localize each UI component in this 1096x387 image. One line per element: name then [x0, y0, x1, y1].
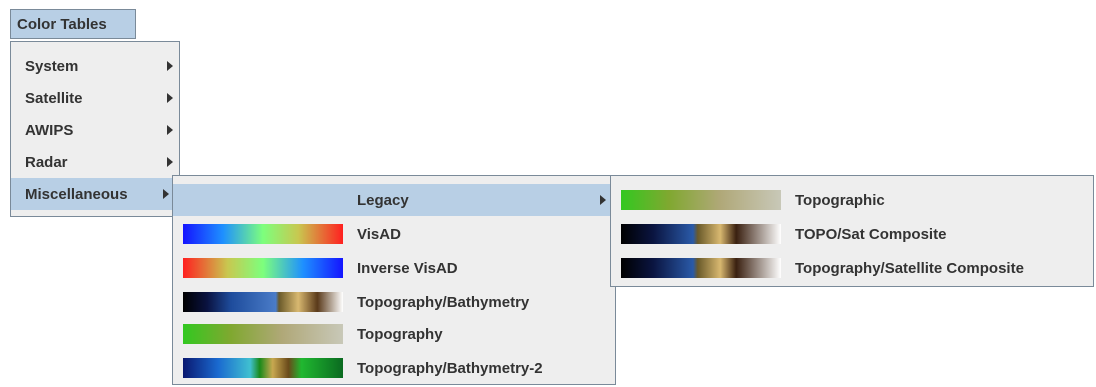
color-table-item[interactable]: TOPO/Sat Composite — [611, 218, 1093, 250]
menu-item-miscellaneous[interactable]: Miscellaneous — [11, 178, 179, 210]
menu-item-satellite[interactable]: Satellite — [11, 82, 179, 114]
submenu-arrow-icon — [167, 61, 173, 71]
color-swatch — [183, 358, 343, 378]
color-swatch — [183, 292, 343, 312]
submenu-arrow-icon — [167, 125, 173, 135]
submenu-arrow-icon — [163, 189, 169, 199]
menu-item-satellite-label: Satellite — [25, 89, 83, 107]
menu-item-awips[interactable]: AWIPS — [11, 114, 179, 146]
color-table-label: Topography — [357, 325, 443, 343]
color-table-item[interactable]: VisAD — [173, 218, 615, 250]
color-table-item[interactable]: Inverse VisAD — [173, 252, 615, 284]
color-swatch — [183, 258, 343, 278]
color-table-label: TOPO/Sat Composite — [795, 225, 947, 243]
color-table-label: Topography/Satellite Composite — [795, 259, 1024, 277]
color-swatch — [183, 224, 343, 244]
menu-item-radar[interactable]: Radar — [11, 146, 179, 178]
submenu-arrow-icon — [600, 195, 606, 205]
menu-item-system-label: System — [25, 57, 79, 75]
legacy-submenu: Topographic TOPO/Sat Composite Topograph… — [610, 175, 1094, 287]
color-table-item[interactable]: Topography/Bathymetry — [173, 286, 615, 318]
color-swatch — [621, 190, 781, 210]
menu-item-legacy[interactable]: Legacy — [173, 184, 615, 216]
color-table-label: Topography/Bathymetry-2 — [357, 359, 543, 377]
color-swatch — [183, 324, 343, 344]
menu-item-awips-label: AWIPS — [25, 121, 74, 139]
color-table-item[interactable]: Topography/Bathymetry-2 — [173, 352, 615, 384]
submenu-arrow-icon — [167, 93, 173, 103]
miscellaneous-submenu: Legacy VisAD Inverse VisAD Topography/Ba… — [172, 175, 616, 385]
menu-item-system[interactable]: System — [11, 50, 179, 82]
menu-color-tables-label: Color Tables — [17, 15, 107, 33]
color-tables-dropdown: System Satellite AWIPS Radar Miscellaneo… — [10, 41, 180, 217]
menu-item-miscellaneous-label: Miscellaneous — [25, 185, 128, 203]
color-table-label: VisAD — [357, 225, 401, 243]
color-table-label: Topography/Bathymetry — [357, 293, 530, 311]
color-table-item[interactable]: Topography — [173, 318, 615, 350]
color-swatch — [621, 258, 781, 278]
color-table-item[interactable]: Topography/Satellite Composite — [611, 252, 1093, 284]
submenu-arrow-icon — [167, 157, 173, 167]
menu-item-legacy-label: Legacy — [357, 191, 409, 209]
menu-color-tables[interactable]: Color Tables — [10, 9, 136, 39]
color-table-item[interactable]: Topographic — [611, 184, 1093, 216]
color-table-label: Topographic — [795, 191, 885, 209]
color-table-label: Inverse VisAD — [357, 259, 458, 277]
menu-item-radar-label: Radar — [25, 153, 68, 171]
color-swatch — [621, 224, 781, 244]
